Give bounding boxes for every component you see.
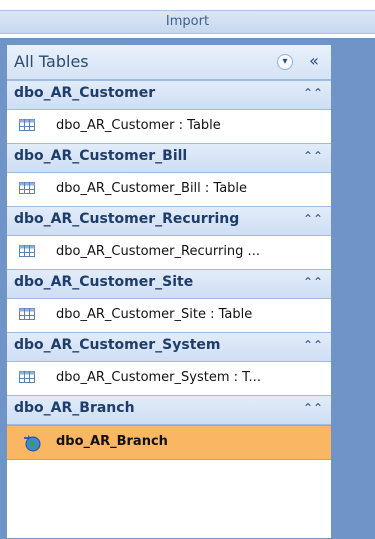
group-header-dbo-ar-customer-recurring[interactable]: dbo_AR_Customer_Recurring ⌃⌃	[7, 206, 331, 236]
group-title: dbo_AR_Branch	[14, 400, 135, 416]
group-header-dbo-ar-customer-bill[interactable]: dbo_AR_Customer_Bill ⌃⌃	[7, 143, 331, 173]
group-title: dbo_AR_Customer_Site	[14, 274, 194, 290]
collapse-chevron-icon[interactable]: ⌃⌃	[303, 401, 323, 415]
nav-item-label: dbo_AR_Customer_System : T...	[56, 370, 261, 385]
group-header-dbo-ar-branch[interactable]: dbo_AR_Branch ⌃⌃	[7, 395, 331, 425]
nav-item-label: dbo_AR_Customer_Recurring ...	[56, 244, 260, 259]
nav-item-dbo-ar-customer-recurring[interactable]: dbo_AR_Customer_Recurring ...	[7, 236, 331, 269]
table-icon	[19, 371, 35, 383]
workspace-edge	[332, 38, 375, 539]
nav-item-dbo-ar-customer-system[interactable]: dbo_AR_Customer_System : T...	[7, 362, 331, 395]
collapse-chevron-icon[interactable]: ⌃⌃	[303, 212, 323, 226]
nav-item-label: dbo_AR_Customer_Bill : Table	[56, 181, 248, 196]
double-chevron-left-icon[interactable]: «	[303, 52, 325, 72]
group-header-dbo-ar-customer-site[interactable]: dbo_AR_Customer_Site ⌃⌃	[7, 269, 331, 299]
chevron-down-circle-icon[interactable]: ▾	[277, 54, 293, 70]
linked-globe-icon	[24, 435, 41, 452]
nav-pane-title[interactable]: All Tables	[14, 52, 89, 71]
group-title: dbo_AR_Customer_Recurring	[14, 211, 240, 227]
table-icon	[19, 182, 35, 194]
group-title: dbo_AR_Customer	[14, 85, 156, 101]
table-icon	[19, 308, 35, 320]
nav-item-dbo-ar-customer-site[interactable]: dbo_AR_Customer_Site : Table	[7, 299, 331, 332]
group-title: dbo_AR_Customer_System	[14, 337, 221, 353]
group-title: dbo_AR_Customer_Bill	[14, 148, 188, 164]
group-header-dbo-ar-customer[interactable]: dbo_AR_Customer ⌃⌃	[7, 80, 331, 110]
nav-item-label: dbo_AR_Customer : Table	[56, 118, 221, 133]
collapse-chevron-icon[interactable]: ⌃⌃	[303, 275, 323, 289]
ribbon-group-import: Import	[0, 10, 375, 34]
table-icon	[19, 245, 35, 257]
ribbon: Import	[0, 0, 375, 38]
collapse-chevron-icon[interactable]: ⌃⌃	[303, 86, 323, 100]
nav-item-dbo-ar-customer-bill[interactable]: dbo_AR_Customer_Bill : Table	[7, 173, 331, 206]
group-header-dbo-ar-customer-system[interactable]: dbo_AR_Customer_System ⌃⌃	[7, 332, 331, 362]
nav-item-label: dbo_AR_Customer_Site : Table	[56, 307, 253, 322]
nav-item-label: dbo_AR_Branch	[56, 434, 168, 449]
collapse-chevron-icon[interactable]: ⌃⌃	[303, 338, 323, 352]
nav-item-dbo-ar-branch[interactable]: dbo_AR_Branch	[7, 425, 331, 460]
collapse-chevron-icon[interactable]: ⌃⌃	[303, 149, 323, 163]
navigation-pane: All Tables ▾ « dbo_AR_Customer ⌃⌃ dbo_AR…	[6, 44, 332, 539]
table-icon	[19, 119, 35, 131]
nav-pane-header[interactable]: All Tables ▾ «	[7, 45, 331, 80]
nav-item-dbo-ar-customer[interactable]: dbo_AR_Customer : Table	[7, 110, 331, 143]
